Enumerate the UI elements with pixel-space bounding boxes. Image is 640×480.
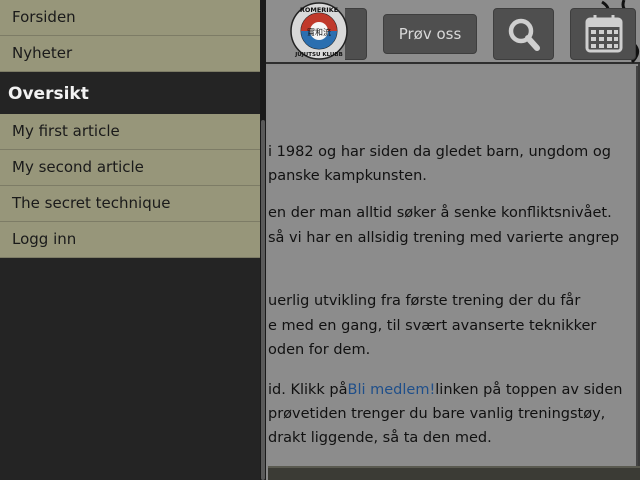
- sidebar-item-first-article[interactable]: My first article: [0, 114, 266, 150]
- search-icon: [508, 18, 540, 51]
- try-us-button[interactable]: Prøv oss: [383, 14, 477, 54]
- sidebar-section-header: Oversikt: [0, 72, 266, 114]
- content-text: id. Klikk på: [268, 382, 348, 398]
- content-line: uerlig utvikling fra første trening der …: [268, 293, 581, 309]
- content-line: en der man alltid søker å senke konflikt…: [268, 205, 612, 221]
- content-text: linken på toppen av siden: [435, 382, 623, 398]
- sidebar-item-second-article[interactable]: My second article: [0, 150, 266, 186]
- svg-text:ROMERIKE: ROMERIKE: [300, 6, 338, 14]
- content-line: e med en gang, til svært avanserte tekni…: [268, 318, 597, 334]
- become-member-link[interactable]: Bli medlem!: [348, 382, 436, 398]
- svg-text:實和流: 實和流: [307, 27, 331, 37]
- content-line: prøvetiden trenger du bare vanlig trenin…: [268, 406, 606, 422]
- content-line-with-link: id. Klikk påBli medlem!linken på toppen …: [268, 378, 623, 403]
- search-button[interactable]: [493, 8, 554, 60]
- content-line: i 1982 og har siden da gledet barn, ungd…: [268, 144, 611, 160]
- calendar-button[interactable]: [570, 8, 636, 60]
- sidebar-item-forsiden[interactable]: Forsiden: [0, 0, 266, 36]
- sidebar-item-login[interactable]: Logg inn: [0, 222, 266, 258]
- content-line: drakt liggende, så ta den med.: [268, 430, 492, 446]
- sidebar-item-nyheter[interactable]: Nyheter: [0, 36, 266, 72]
- article-content: i 1982 og har siden da gledet barn, ungd…: [268, 66, 638, 466]
- calendar-icon: [585, 15, 623, 53]
- content-line: så vi har en allsidig trening med varier…: [268, 230, 620, 246]
- content-line: panske kampkunsten.: [268, 168, 427, 184]
- svg-text:JUJUTSU KLUBB: JUJUTSU KLUBB: [294, 52, 343, 58]
- sidebar-scrollbar-thumb[interactable]: [261, 120, 265, 480]
- sidebar-menu: Forsiden Nyheter Oversikt My first artic…: [0, 0, 266, 480]
- footer-bar: [268, 466, 640, 480]
- sidebar-item-secret-technique[interactable]: The secret technique: [0, 186, 266, 222]
- content-line: oden for dem.: [268, 342, 371, 358]
- club-logo[interactable]: 實和流 ROMERIKE JUJUTSU KLUBB: [286, 2, 352, 60]
